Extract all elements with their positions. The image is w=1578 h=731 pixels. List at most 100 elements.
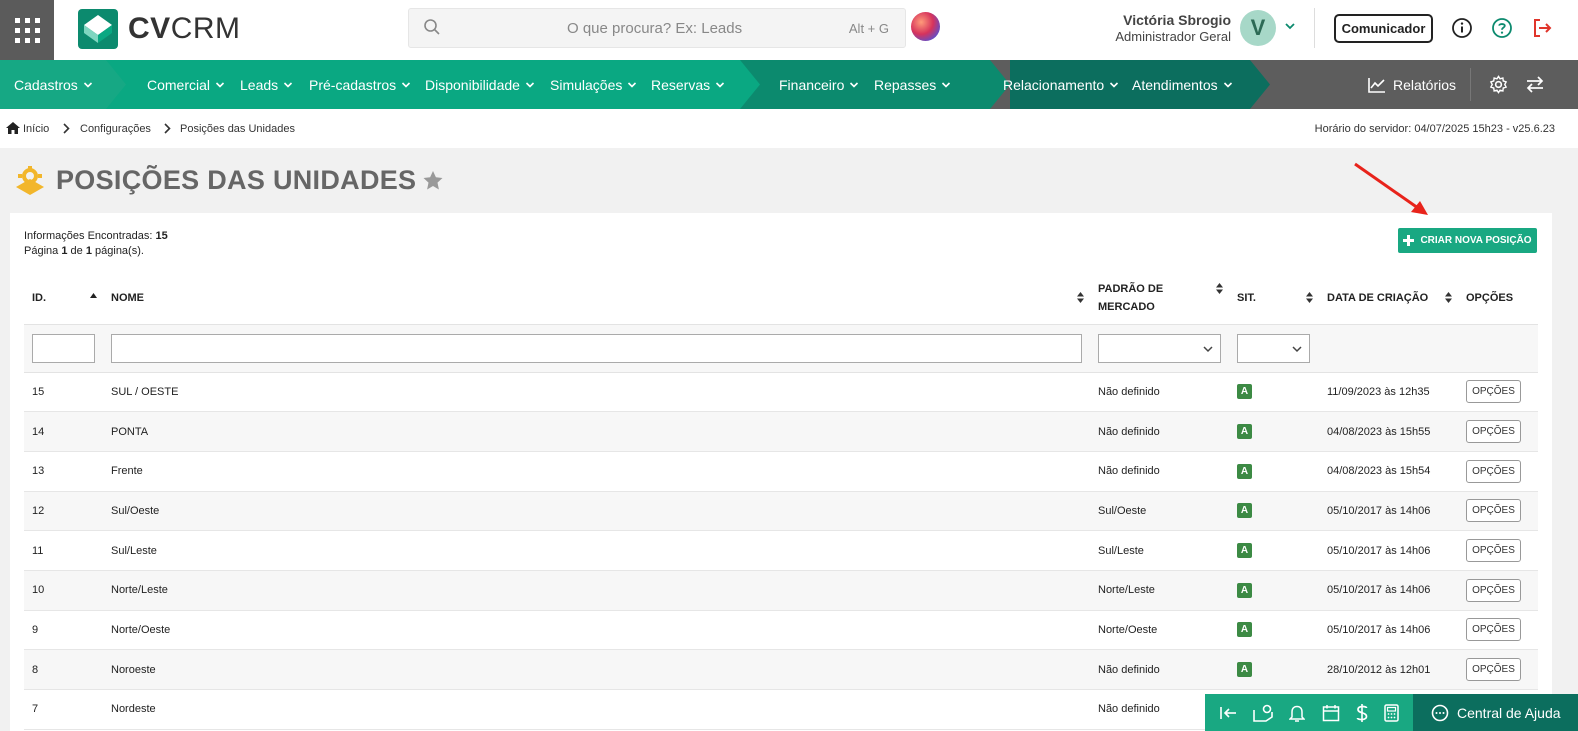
chevron-down-icon[interactable]: [1284, 20, 1296, 32]
logo[interactable]: CVCRM: [78, 8, 241, 50]
nav-cadastros[interactable]: Cadastros: [14, 60, 93, 109]
nav-leads[interactable]: Leads: [240, 60, 293, 109]
chevron-down-icon: [1110, 81, 1119, 88]
column-header-data[interactable]: DATA DE CRIAÇÃO: [1319, 273, 1458, 325]
nav-comercial[interactable]: Comercial: [147, 60, 225, 109]
status-badge: A: [1237, 384, 1252, 400]
cell-id: 12: [24, 491, 103, 532]
logo-text: CVCRM: [128, 12, 241, 45]
help-center-button[interactable]: Central de Ajuda: [1413, 694, 1578, 731]
cell-padrao: Não definido: [1090, 411, 1229, 452]
cell-nome: SUL / OESTE: [103, 372, 1090, 413]
divider: [1470, 68, 1471, 101]
avatar[interactable]: V: [1240, 10, 1276, 46]
nav-simulacoes[interactable]: Simulações: [550, 60, 637, 109]
filter-id-input[interactable]: [32, 333, 95, 363]
options-button[interactable]: OPÇÕES: [1466, 578, 1521, 602]
cell-data: 11/09/2023 às 12h35: [1319, 372, 1458, 413]
cell-id: 11: [24, 530, 103, 571]
create-position-button[interactable]: CRIAR NOVA POSIÇÃO: [1398, 228, 1537, 253]
cell-sit: A: [1229, 530, 1319, 571]
status-badge: A: [1237, 622, 1252, 638]
options-button[interactable]: OPÇÕES: [1466, 380, 1521, 404]
column-header-sit[interactable]: SIT.: [1229, 273, 1319, 325]
cell-id: 13: [24, 451, 103, 492]
gear-icon[interactable]: [1489, 75, 1508, 94]
apps-menu-button[interactable]: [0, 0, 54, 60]
cell-id: 8: [24, 649, 103, 690]
table-row: 14 PONTA Não definido A 04/08/2023 às 15h55 O…: [24, 411, 1538, 452]
home-icon[interactable]: [6, 122, 20, 134]
calculator-icon[interactable]: [1384, 703, 1399, 722]
grid-icon: [14, 17, 40, 43]
cell-padrao: Sul/Oeste: [1090, 491, 1229, 532]
collapse-left-icon[interactable]: [1219, 705, 1237, 721]
chevron-down-icon: [215, 81, 225, 88]
breadcrumb-home[interactable]: Início: [23, 123, 49, 135]
column-header-id[interactable]: ID.: [24, 273, 103, 325]
user-info[interactable]: Victória Sbrogio Administrador Geral: [1100, 12, 1231, 44]
cell-id: 7: [24, 689, 103, 730]
options-button[interactable]: OPÇÕES: [1466, 459, 1521, 483]
star-icon[interactable]: [423, 170, 443, 190]
map-pin-icon[interactable]: [1253, 704, 1274, 722]
main-nav: Cadastros Comercial Leads Pré-cadastros …: [0, 60, 1578, 109]
nav-atendimentos[interactable]: Atendimentos: [1132, 60, 1233, 109]
nav-repasses[interactable]: Repasses: [874, 60, 951, 109]
breadcrumb-config[interactable]: Configurações: [80, 123, 151, 135]
sort-icon: [1077, 292, 1084, 303]
logout-icon[interactable]: [1531, 17, 1553, 39]
results-count: 15: [155, 230, 168, 242]
nav-disponibilidade[interactable]: Disponibilidade: [425, 60, 535, 109]
filter-sit-select[interactable]: [1237, 333, 1310, 363]
cell-id: 15: [24, 372, 103, 413]
options-button[interactable]: OPÇÕES: [1466, 539, 1521, 563]
options-button[interactable]: OPÇÕES: [1466, 658, 1521, 682]
cell-sit: A: [1229, 649, 1319, 690]
status-badge: A: [1237, 582, 1252, 598]
cell-id: 9: [24, 610, 103, 651]
user-name: Victória Sbrogio: [1123, 12, 1231, 28]
table-row: 11 Sul/Leste Sul/Leste A 05/10/2017 às 14h06…: [24, 530, 1538, 571]
options-button[interactable]: OPÇÕES: [1466, 420, 1521, 444]
chevron-down-icon: [850, 81, 859, 88]
sort-icon: [1445, 292, 1452, 303]
cell-nome: Frente: [103, 451, 1090, 492]
bell-icon[interactable]: [1289, 704, 1306, 722]
table-row: 12 Sul/Oeste Sul/Oeste A 05/10/2017 às 14h06…: [24, 491, 1538, 532]
cell-data: 05/10/2017 às 14h06: [1319, 530, 1458, 571]
search-icon: [424, 19, 440, 35]
options-button[interactable]: OPÇÕES: [1466, 618, 1521, 642]
cell-data: 04/08/2023 às 15h54: [1319, 451, 1458, 492]
dollar-icon[interactable]: [1356, 703, 1368, 723]
column-header-padrao[interactable]: PADRÃO DE MERCADO: [1090, 273, 1229, 325]
top-header: CVCRM O que procura? Ex: Leads Alt + G V…: [0, 0, 1578, 60]
cell-sit: A: [1229, 411, 1319, 452]
calendar-icon[interactable]: [1322, 704, 1340, 722]
column-header-nome[interactable]: NOME: [103, 273, 1090, 325]
plus-icon: [1403, 235, 1415, 246]
swap-arrows-icon[interactable]: [1525, 75, 1545, 94]
options-button[interactable]: OPÇÕES: [1466, 499, 1521, 523]
nav-pre-cadastros[interactable]: Pré-cadastros: [309, 60, 411, 109]
comunicador-button[interactable]: Comunicador: [1334, 14, 1433, 43]
ai-assistant-orb-icon[interactable]: [911, 12, 940, 41]
cell-opcoes: OPÇÕES: [1458, 570, 1538, 611]
info-icon[interactable]: [1451, 17, 1473, 39]
nav-relatorios[interactable]: Relatórios: [1368, 60, 1456, 109]
cell-opcoes: OPÇÕES: [1458, 530, 1538, 571]
search-input[interactable]: O que procura? Ex: Leads Alt + G: [408, 8, 906, 48]
chevron-down-icon: [525, 81, 535, 88]
page-header: POSIÇÕES DAS UNIDADES: [14, 160, 443, 200]
status-badge: A: [1237, 543, 1252, 559]
filter-padrao-select[interactable]: [1098, 333, 1221, 363]
cell-nome: Noroeste: [103, 649, 1090, 690]
nav-reservas[interactable]: Reservas: [651, 60, 725, 109]
cell-padrao: Norte/Leste: [1090, 570, 1229, 611]
nav-financeiro[interactable]: Financeiro: [779, 60, 859, 109]
help-icon[interactable]: [1491, 17, 1513, 39]
filter-nome-input[interactable]: [111, 333, 1082, 363]
column-header-opcoes: OPÇÕES: [1458, 273, 1538, 325]
chevron-down-icon: [1292, 345, 1302, 352]
nav-relacionamento[interactable]: Relacionamento: [1003, 60, 1119, 109]
